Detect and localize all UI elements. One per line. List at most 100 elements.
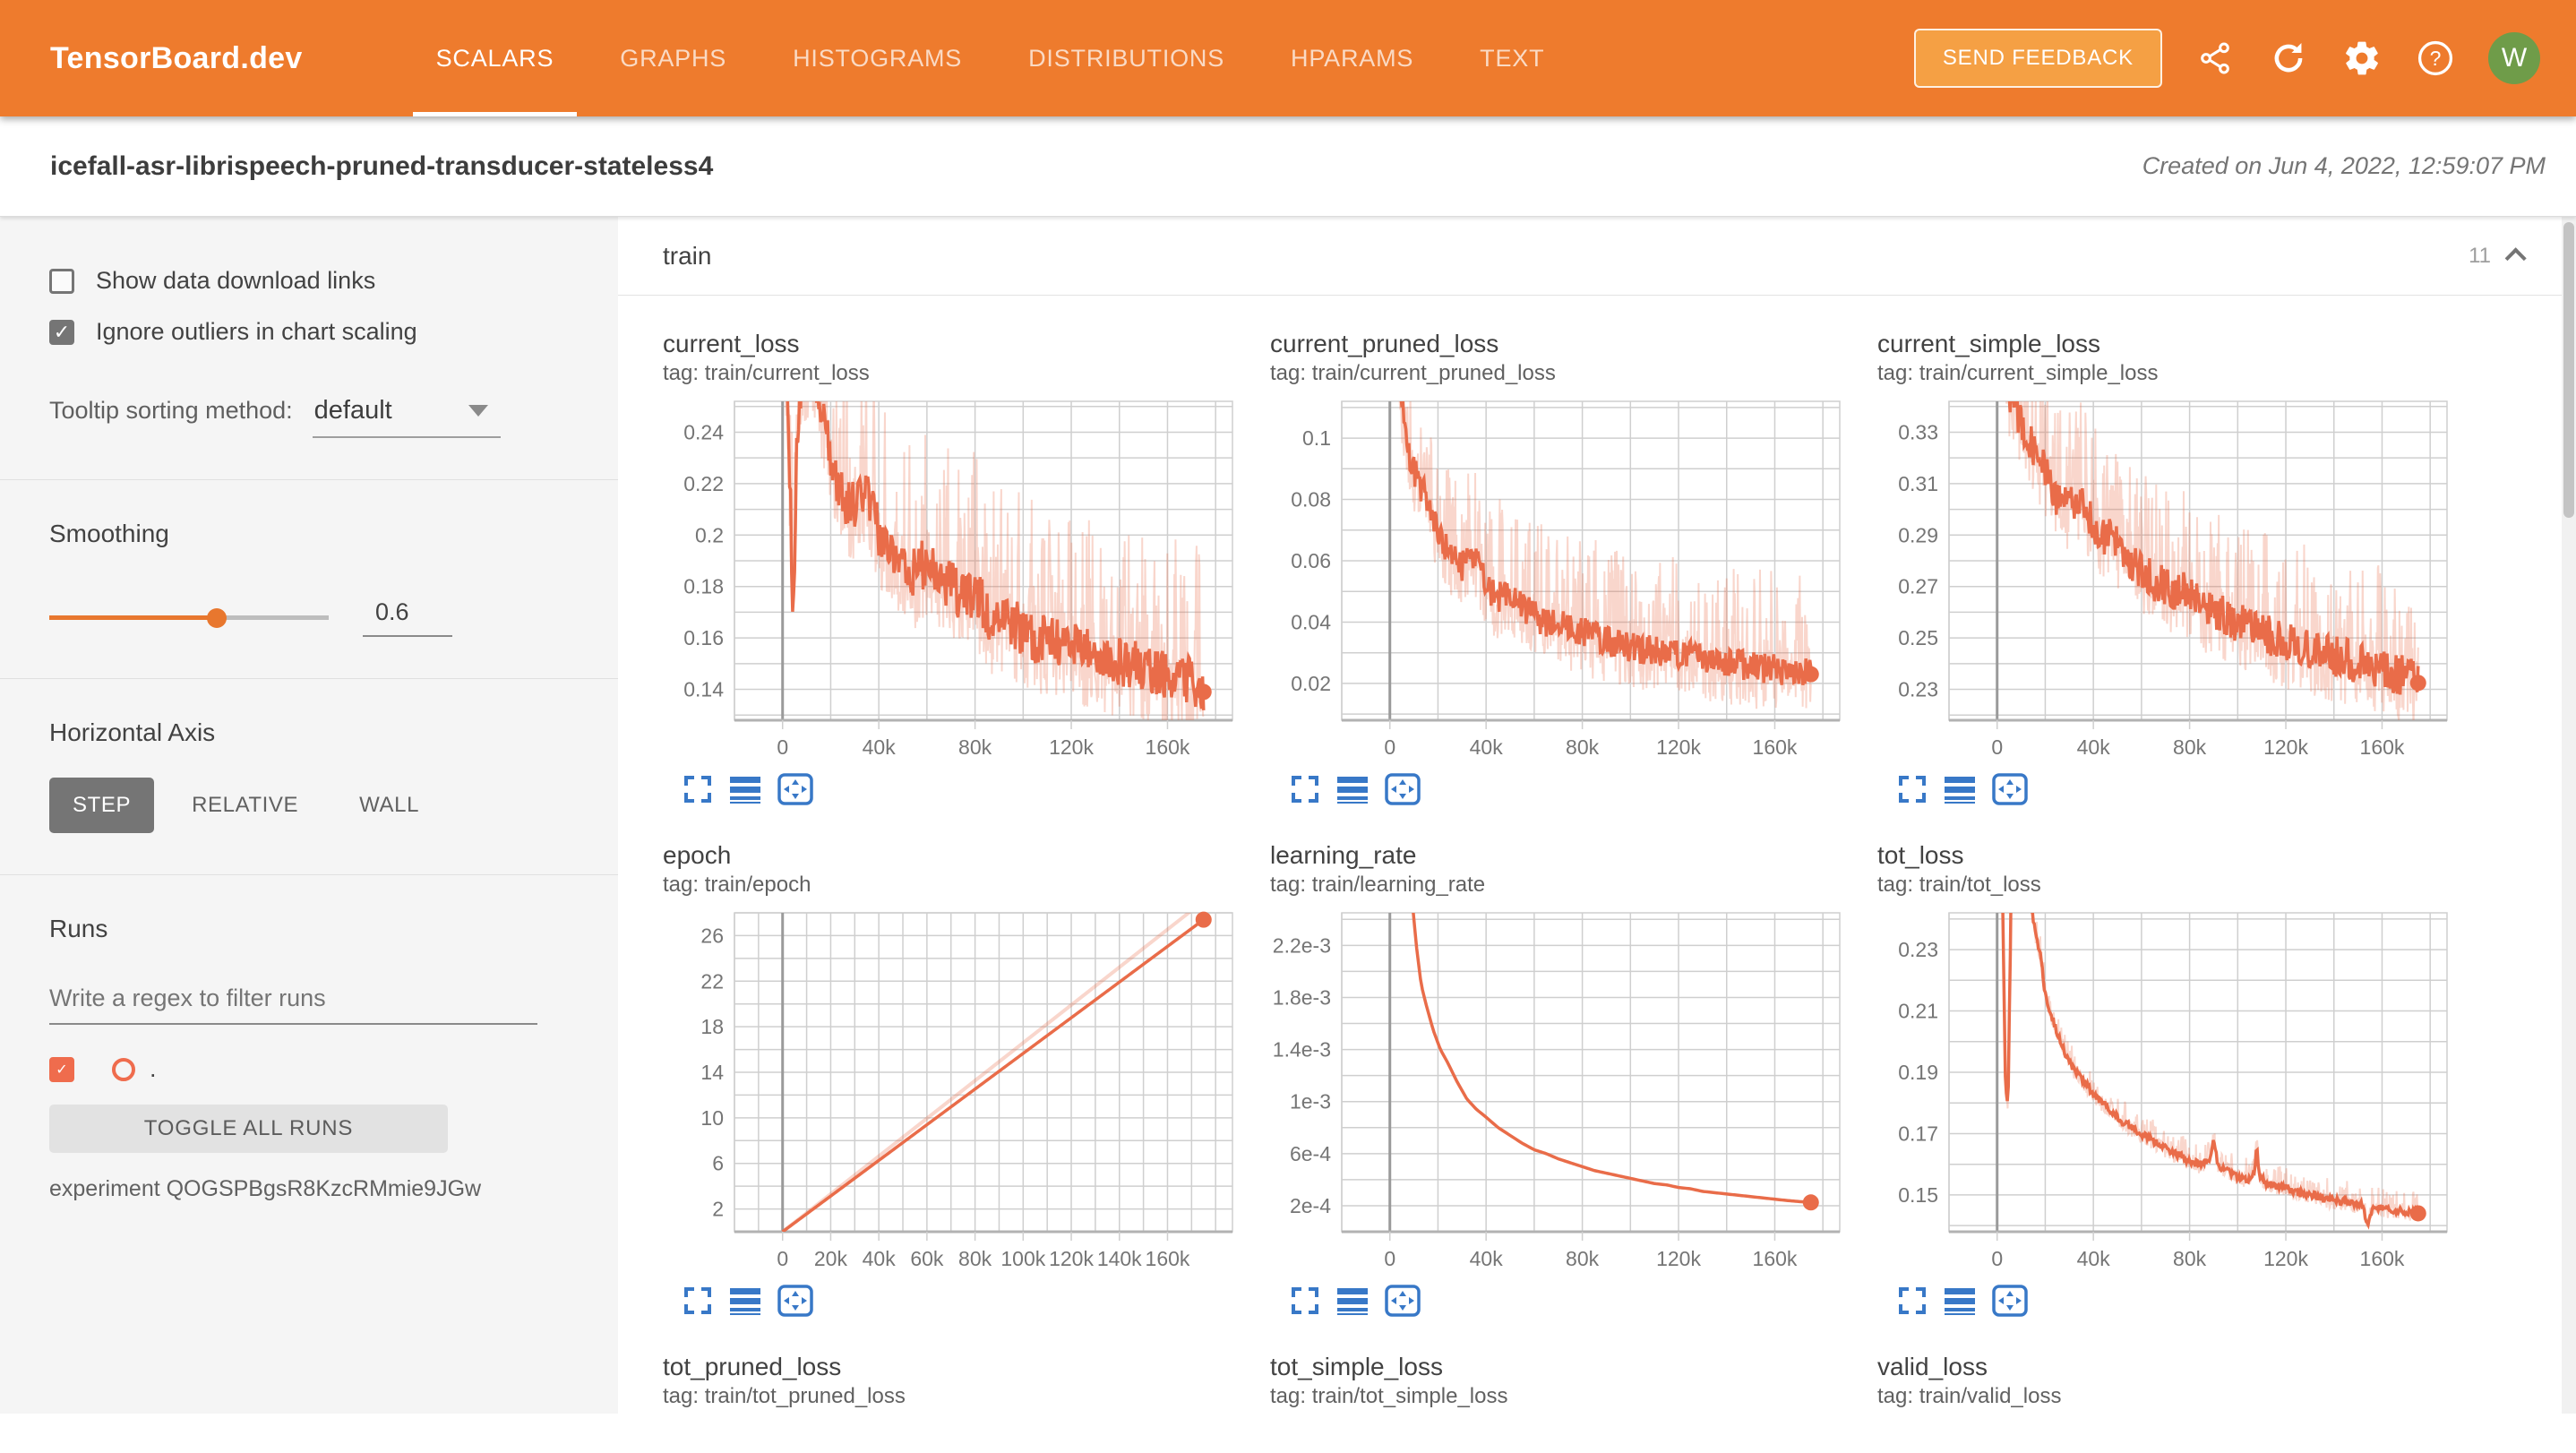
tooltip-sorting-select[interactable]: default bbox=[313, 396, 501, 438]
fit-domain-icon[interactable] bbox=[1992, 1285, 2028, 1317]
svg-text:100k: 100k bbox=[1000, 1247, 1045, 1270]
svg-text:120k: 120k bbox=[2263, 1247, 2308, 1270]
axis-relative-button[interactable]: RELATIVE bbox=[168, 778, 322, 833]
fullscreen-icon[interactable] bbox=[683, 774, 713, 804]
smoothing-value[interactable]: 0.6 bbox=[363, 598, 452, 637]
tab-scalars[interactable]: SCALARS bbox=[413, 0, 578, 116]
experiment-title: icefall-asr-librispeech-pruned-transduce… bbox=[50, 151, 713, 182]
settings-gear-icon[interactable] bbox=[2341, 38, 2383, 79]
fullscreen-icon[interactable] bbox=[1290, 774, 1320, 804]
svg-text:0.14: 0.14 bbox=[683, 678, 724, 701]
log-scale-toggle-icon[interactable] bbox=[729, 1285, 761, 1316]
svg-text:160k: 160k bbox=[1753, 1247, 1798, 1270]
tab-distributions[interactable]: DISTRIBUTIONS bbox=[1005, 0, 1248, 116]
horizontal-axis-label: Horizontal Axis bbox=[49, 718, 618, 747]
refresh-icon[interactable] bbox=[2268, 38, 2309, 79]
svg-text:0: 0 bbox=[1991, 735, 2003, 759]
fullscreen-icon[interactable] bbox=[1897, 1285, 1928, 1316]
log-scale-toggle-icon[interactable] bbox=[729, 774, 761, 804]
fit-domain-icon[interactable] bbox=[1385, 1285, 1421, 1317]
chart-title: current_simple_loss bbox=[1877, 328, 2451, 360]
fit-domain-icon[interactable] bbox=[777, 773, 813, 805]
log-scale-toggle-icon[interactable] bbox=[1944, 774, 1976, 804]
log-scale-toggle-icon[interactable] bbox=[1336, 1285, 1369, 1316]
svg-text:2.2e-3: 2.2e-3 bbox=[1273, 933, 1331, 957]
tab-graphs[interactable]: GRAPHS bbox=[597, 0, 750, 116]
user-avatar[interactable]: W bbox=[2488, 32, 2540, 84]
ignore-outliers-checkbox[interactable]: ✓ bbox=[49, 320, 74, 345]
svg-text:0.16: 0.16 bbox=[683, 626, 724, 649]
experiment-id-line: experiment QOGSPBgsR8KzcRMmie9JGw bbox=[49, 1176, 618, 1202]
svg-text:0.18: 0.18 bbox=[683, 575, 724, 598]
run-name: . bbox=[150, 1055, 157, 1083]
help-icon[interactable]: ? bbox=[2415, 38, 2456, 79]
svg-text:0: 0 bbox=[1384, 735, 1395, 759]
chart-tag: tag: train/tot_simple_loss bbox=[1270, 1383, 1843, 1410]
chart-plot[interactable]: 0.240.220.20.180.160.14040k80k120k160k bbox=[663, 396, 1236, 763]
app-logo: TensorBoard.dev bbox=[50, 41, 303, 76]
log-scale-toggle-icon[interactable] bbox=[1944, 1285, 1976, 1316]
chevron-up-icon[interactable] bbox=[2505, 247, 2527, 269]
tooltip-sorting-value: default bbox=[314, 396, 392, 426]
chart-plot[interactable]: 262218141062020k40k60k80k100k120k140k160… bbox=[663, 907, 1236, 1275]
train-group-name: train bbox=[663, 242, 711, 271]
svg-text:120k: 120k bbox=[1049, 735, 1094, 759]
created-timestamp: Created on Jun 4, 2022, 12:59:07 PM bbox=[2142, 152, 2546, 180]
tab-hparams[interactable]: HPARAMS bbox=[1267, 0, 1437, 116]
chart-title: learning_rate bbox=[1270, 839, 1843, 872]
run-color-swatch bbox=[112, 1058, 135, 1081]
show-download-links-row[interactable]: Show data download links bbox=[49, 267, 618, 295]
svg-text:120k: 120k bbox=[1656, 735, 1701, 759]
smoothing-slider-thumb[interactable] bbox=[207, 608, 227, 628]
svg-text:0.31: 0.31 bbox=[1898, 472, 1938, 495]
log-scale-toggle-icon[interactable] bbox=[1336, 774, 1369, 804]
toggle-all-runs-button[interactable]: TOGGLE ALL RUNS bbox=[49, 1105, 448, 1153]
chart-tag: tag: train/current_pruned_loss bbox=[1270, 360, 1843, 387]
scalars-main: train 11 current_losstag: train/current_… bbox=[618, 217, 2576, 1414]
svg-text:0.2: 0.2 bbox=[695, 523, 724, 546]
tab-text[interactable]: TEXT bbox=[1456, 0, 1567, 116]
svg-text:0: 0 bbox=[1991, 1247, 2003, 1270]
run-checkbox[interactable]: ✓ bbox=[49, 1057, 74, 1082]
fullscreen-icon[interactable] bbox=[1897, 774, 1928, 804]
runs-filter-input[interactable] bbox=[49, 979, 537, 1025]
smoothing-slider-fill bbox=[49, 615, 217, 620]
chart-tag: tag: train/current_simple_loss bbox=[1877, 360, 2451, 387]
fullscreen-icon[interactable] bbox=[1290, 1285, 1320, 1316]
train-group-header[interactable]: train 11 bbox=[618, 217, 2576, 296]
chart-title: tot_simple_loss bbox=[1270, 1351, 1843, 1383]
send-feedback-button[interactable]: SEND FEEDBACK bbox=[1914, 29, 2162, 88]
svg-text:1.4e-3: 1.4e-3 bbox=[1273, 1038, 1331, 1062]
tooltip-sorting-label: Tooltip sorting method: bbox=[49, 397, 293, 425]
fit-domain-icon[interactable] bbox=[1992, 773, 2028, 805]
tab-histograms[interactable]: HISTOGRAMS bbox=[769, 0, 985, 116]
ignore-outliers-row[interactable]: ✓ Ignore outliers in chart scaling bbox=[49, 318, 618, 346]
svg-text:20k: 20k bbox=[814, 1247, 848, 1270]
smoothing-slider[interactable] bbox=[49, 615, 329, 620]
axis-step-button[interactable]: STEP bbox=[49, 778, 154, 833]
svg-text:26: 26 bbox=[700, 924, 724, 947]
run-row[interactable]: ✓ . bbox=[49, 1055, 618, 1083]
svg-text:40k: 40k bbox=[2077, 735, 2111, 759]
svg-text:0.04: 0.04 bbox=[1291, 610, 1331, 633]
fullscreen-icon[interactable] bbox=[683, 1285, 713, 1316]
chart-plot[interactable]: 2.2e-31.8e-31.4e-31e-36e-42e-4040k80k120… bbox=[1270, 907, 1843, 1275]
share-icon[interactable] bbox=[2194, 38, 2236, 79]
chart-card: tot_simple_losstag: train/tot_simple_los… bbox=[1270, 1351, 1843, 1419]
svg-text:80k: 80k bbox=[958, 1247, 992, 1270]
axis-wall-button[interactable]: WALL bbox=[336, 778, 442, 833]
scrollbar-thumb[interactable] bbox=[2563, 222, 2574, 518]
vertical-scrollbar[interactable] bbox=[2562, 217, 2576, 1414]
svg-text:120k: 120k bbox=[1049, 1247, 1094, 1270]
chart-card: current_simple_losstag: train/current_si… bbox=[1877, 328, 2451, 805]
chart-plot[interactable]: 0.230.210.190.170.15040k80k120k160k bbox=[1877, 907, 2451, 1275]
fit-domain-icon[interactable] bbox=[1385, 773, 1421, 805]
chart-plot[interactable]: 0.10.080.060.040.02040k80k120k160k bbox=[1270, 396, 1843, 763]
chart-actions bbox=[663, 1285, 1236, 1317]
chart-card: tot_pruned_losstag: train/tot_pruned_los… bbox=[663, 1351, 1236, 1419]
settings-sidebar: Show data download links ✓ Ignore outlie… bbox=[0, 217, 618, 1414]
fit-domain-icon[interactable] bbox=[777, 1285, 813, 1317]
chart-plot[interactable]: 0.330.310.290.270.250.23040k80k120k160k bbox=[1877, 396, 2451, 763]
svg-text:6e-4: 6e-4 bbox=[1290, 1142, 1331, 1165]
show-download-links-checkbox[interactable] bbox=[49, 269, 74, 294]
